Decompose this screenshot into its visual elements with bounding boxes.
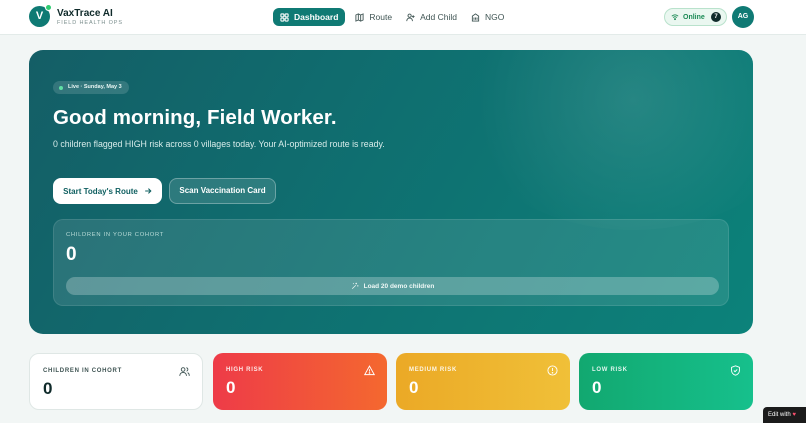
- stat-value: 0: [226, 378, 236, 397]
- arrow-right-icon: [145, 188, 152, 194]
- stat-label: MEDIUM RISK: [409, 367, 458, 373]
- load-demo-label: Load 20 demo children: [363, 282, 435, 290]
- brand-status-dot: [45, 4, 52, 11]
- brand-name[interactable]: VaxTrace AI: [57, 8, 113, 19]
- users-icon: [179, 367, 190, 376]
- stat-label: LOW RISK: [592, 367, 628, 373]
- stat-label: CHILDREN IN COHORT: [43, 368, 122, 374]
- start-route-button[interactable]: Start Today's Route: [53, 178, 162, 204]
- nav-ngo-label: NGO: [484, 12, 505, 22]
- nav-dashboard[interactable]: Dashboard: [273, 8, 346, 26]
- nav-add-child-label: Add Child: [420, 12, 457, 22]
- building-icon: [471, 12, 480, 22]
- alert-circle-icon: [547, 365, 558, 376]
- map-icon: [355, 12, 364, 22]
- top-navbar: V VaxTrace AI FIELD HEALTH OPS Dashboard…: [0, 0, 806, 35]
- live-dot: [59, 86, 63, 90]
- hero-banner: Live · Sunday, May 3 Good morning, Field…: [29, 50, 753, 334]
- nav-route-label: Route: [369, 12, 393, 22]
- stat-label: HIGH RISK: [226, 367, 264, 373]
- nav-add-child[interactable]: Add Child: [399, 8, 464, 26]
- grid-icon: [280, 12, 289, 22]
- hero-summary: 0 children flagged HIGH risk across 0 vi…: [53, 139, 385, 149]
- live-date-badge: Live · Sunday, May 3: [53, 81, 129, 94]
- online-count-badge: 7: [711, 12, 721, 22]
- shield-check-icon: [731, 365, 740, 376]
- main-nav: Dashboard Route Add Child NGO: [273, 8, 511, 26]
- cohort-value: 0: [66, 244, 77, 265]
- user-plus-icon: [406, 13, 415, 21]
- user-avatar[interactable]: AG: [732, 6, 754, 28]
- stat-card-medium-risk[interactable]: MEDIUM RISK 0: [396, 353, 570, 410]
- live-date-text: Live · Sunday, May 3: [68, 84, 122, 90]
- cohort-label: CHILDREN IN YOUR COHORT: [66, 232, 165, 238]
- start-route-label: Start Today's Route: [63, 186, 138, 196]
- alert-triangle-icon: [364, 365, 375, 376]
- online-status-pill[interactable]: Online 7: [664, 8, 727, 26]
- load-demo-children-button[interactable]: Load 20 demo children: [66, 277, 719, 295]
- stat-card-cohort[interactable]: CHILDREN IN COHORT 0: [29, 353, 203, 410]
- edit-with-label: Edit with: [768, 412, 791, 418]
- stat-value: 0: [43, 379, 53, 398]
- stat-card-high-risk[interactable]: HIGH RISK 0: [213, 353, 387, 410]
- stat-card-low-risk[interactable]: LOW RISK 0: [579, 353, 753, 410]
- hero-glow: [453, 50, 753, 230]
- nav-ngo[interactable]: NGO: [464, 8, 511, 26]
- edit-with-badge[interactable]: Edit with ♥: [763, 407, 806, 423]
- sparkles-icon: [351, 282, 359, 290]
- stat-value: 0: [592, 378, 602, 397]
- brand-subtitle: FIELD HEALTH OPS: [57, 20, 123, 26]
- scan-card-button[interactable]: Scan Vaccination Card: [169, 178, 276, 204]
- cohort-panel: CHILDREN IN YOUR COHORT 0 Load 20 demo c…: [53, 219, 729, 306]
- greeting-heading: Good morning, Field Worker.: [53, 106, 337, 129]
- wifi-icon: [671, 14, 679, 21]
- heart-icon: ♥: [792, 412, 796, 418]
- online-label: Online: [683, 13, 705, 21]
- nav-dashboard-label: Dashboard: [294, 12, 339, 22]
- stat-value: 0: [409, 378, 419, 397]
- nav-route[interactable]: Route: [348, 8, 399, 26]
